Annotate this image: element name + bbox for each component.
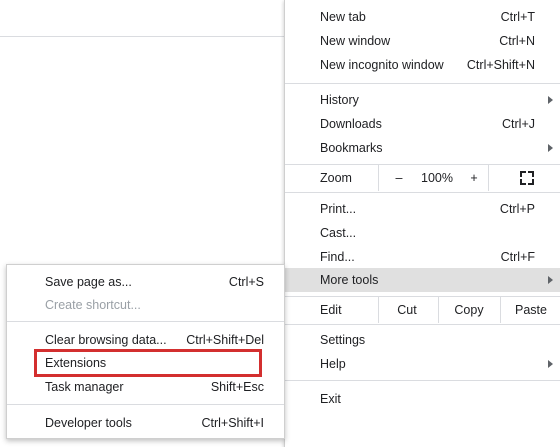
submenu-item-save-page-as[interactable]: Save page as... Ctrl+S (7, 270, 284, 294)
menu-item-label: Bookmarks (320, 141, 383, 155)
zoom-divider (488, 165, 489, 191)
menu-item-shortcut: Ctrl+F (500, 250, 535, 264)
fullscreen-icon (520, 171, 534, 185)
menu-item-label: Find... (320, 250, 355, 264)
menu-item-label: Exit (320, 392, 341, 406)
menu-item-label: Help (320, 357, 346, 371)
zoom-row: Zoom – 100% + (285, 165, 560, 191)
menu-item-label: More tools (320, 273, 379, 287)
submenu-item-task-manager[interactable]: Task manager Shift+Esc (7, 375, 284, 399)
chevron-right-icon (548, 96, 553, 104)
menu-separator (285, 380, 560, 381)
paste-button[interactable]: Paste (501, 297, 560, 323)
zoom-in-button[interactable]: + (463, 165, 485, 191)
menu-item-shortcut: Ctrl+J (502, 117, 535, 131)
menu-separator (285, 83, 560, 84)
menu-item-settings[interactable]: Settings (285, 328, 560, 352)
zoom-label: Zoom (320, 171, 352, 185)
chevron-right-icon (548, 144, 553, 152)
zoom-out-button[interactable]: – (388, 165, 410, 191)
menu-item-shortcut: Ctrl+N (499, 34, 535, 48)
copy-button[interactable]: Copy (439, 297, 499, 323)
paste-label: Paste (515, 303, 547, 317)
fullscreen-button[interactable] (515, 165, 539, 191)
menu-item-label: Create shortcut... (45, 298, 141, 312)
edit-row: Edit Cut Copy Paste (285, 297, 560, 323)
menu-item-shortcut: Ctrl+P (499, 202, 535, 216)
menu-item-label: Print... (320, 202, 357, 216)
menu-item-history[interactable]: History (285, 88, 560, 112)
menu-item-print[interactable]: Print... Ctrl+P (285, 197, 560, 221)
menu-item-exit[interactable]: Exit (285, 387, 560, 411)
menu-item-label: History (320, 93, 359, 107)
menu-separator (7, 404, 284, 405)
menu-item-label: Save page as... (45, 275, 132, 289)
menu-separator (285, 324, 560, 325)
edit-label: Edit (320, 303, 342, 317)
menu-item-more-tools[interactable]: More tools (285, 268, 560, 292)
menu-item-shortcut: Shift+Esc (210, 380, 264, 394)
chevron-right-icon (548, 360, 553, 368)
zoom-out-label: – (395, 171, 403, 185)
menu-item-label: New tab (320, 10, 366, 24)
menu-item-label: Task manager (45, 380, 124, 394)
chevron-right-icon (548, 276, 553, 284)
zoom-level-value: 100% (421, 171, 453, 185)
menu-item-downloads[interactable]: Downloads Ctrl+J (285, 112, 560, 136)
cut-button[interactable]: Cut (379, 297, 435, 323)
menu-item-new-incognito-window[interactable]: New incognito window Ctrl+Shift+N (285, 53, 560, 77)
zoom-in-label: + (470, 171, 478, 185)
menu-item-new-window[interactable]: New window Ctrl+N (285, 29, 560, 53)
menu-item-label: Clear browsing data... (45, 333, 167, 347)
menu-item-shortcut: Ctrl+S (228, 275, 264, 289)
extensions-highlight-box (34, 349, 262, 377)
menu-item-label: New incognito window (320, 58, 444, 72)
menu-item-shortcut: Ctrl+Shift+I (201, 416, 264, 430)
menu-item-label: New window (320, 34, 391, 48)
menu-item-label: Developer tools (45, 416, 132, 430)
menu-item-label: Downloads (320, 117, 382, 131)
zoom-divider (378, 165, 379, 191)
menu-separator (285, 192, 560, 193)
more-tools-submenu: Save page as... Ctrl+S Create shortcut..… (6, 264, 285, 439)
menu-separator (7, 321, 284, 322)
cut-label: Cut (397, 303, 417, 317)
menu-item-help[interactable]: Help (285, 352, 560, 376)
menu-item-label: Cast... (320, 226, 357, 240)
menu-item-find[interactable]: Find... Ctrl+F (285, 245, 560, 269)
menu-item-label: Settings (320, 333, 366, 347)
menu-item-new-tab[interactable]: New tab Ctrl+T (285, 5, 560, 29)
zoom-level: 100% (415, 165, 459, 191)
submenu-item-create-shortcut: Create shortcut... (7, 293, 284, 317)
browser-main-menu: New tab Ctrl+T New window Ctrl+N New inc… (284, 0, 560, 447)
menu-item-shortcut: Ctrl+T (500, 10, 535, 24)
menu-item-shortcut: Ctrl+Shift+Del (186, 333, 264, 347)
menu-item-shortcut: Ctrl+Shift+N (466, 58, 535, 72)
copy-label: Copy (454, 303, 484, 317)
submenu-item-developer-tools[interactable]: Developer tools Ctrl+Shift+I (7, 411, 284, 435)
menu-item-cast[interactable]: Cast... (285, 221, 560, 245)
page-divider (0, 36, 300, 37)
menu-item-bookmarks[interactable]: Bookmarks (285, 136, 560, 160)
